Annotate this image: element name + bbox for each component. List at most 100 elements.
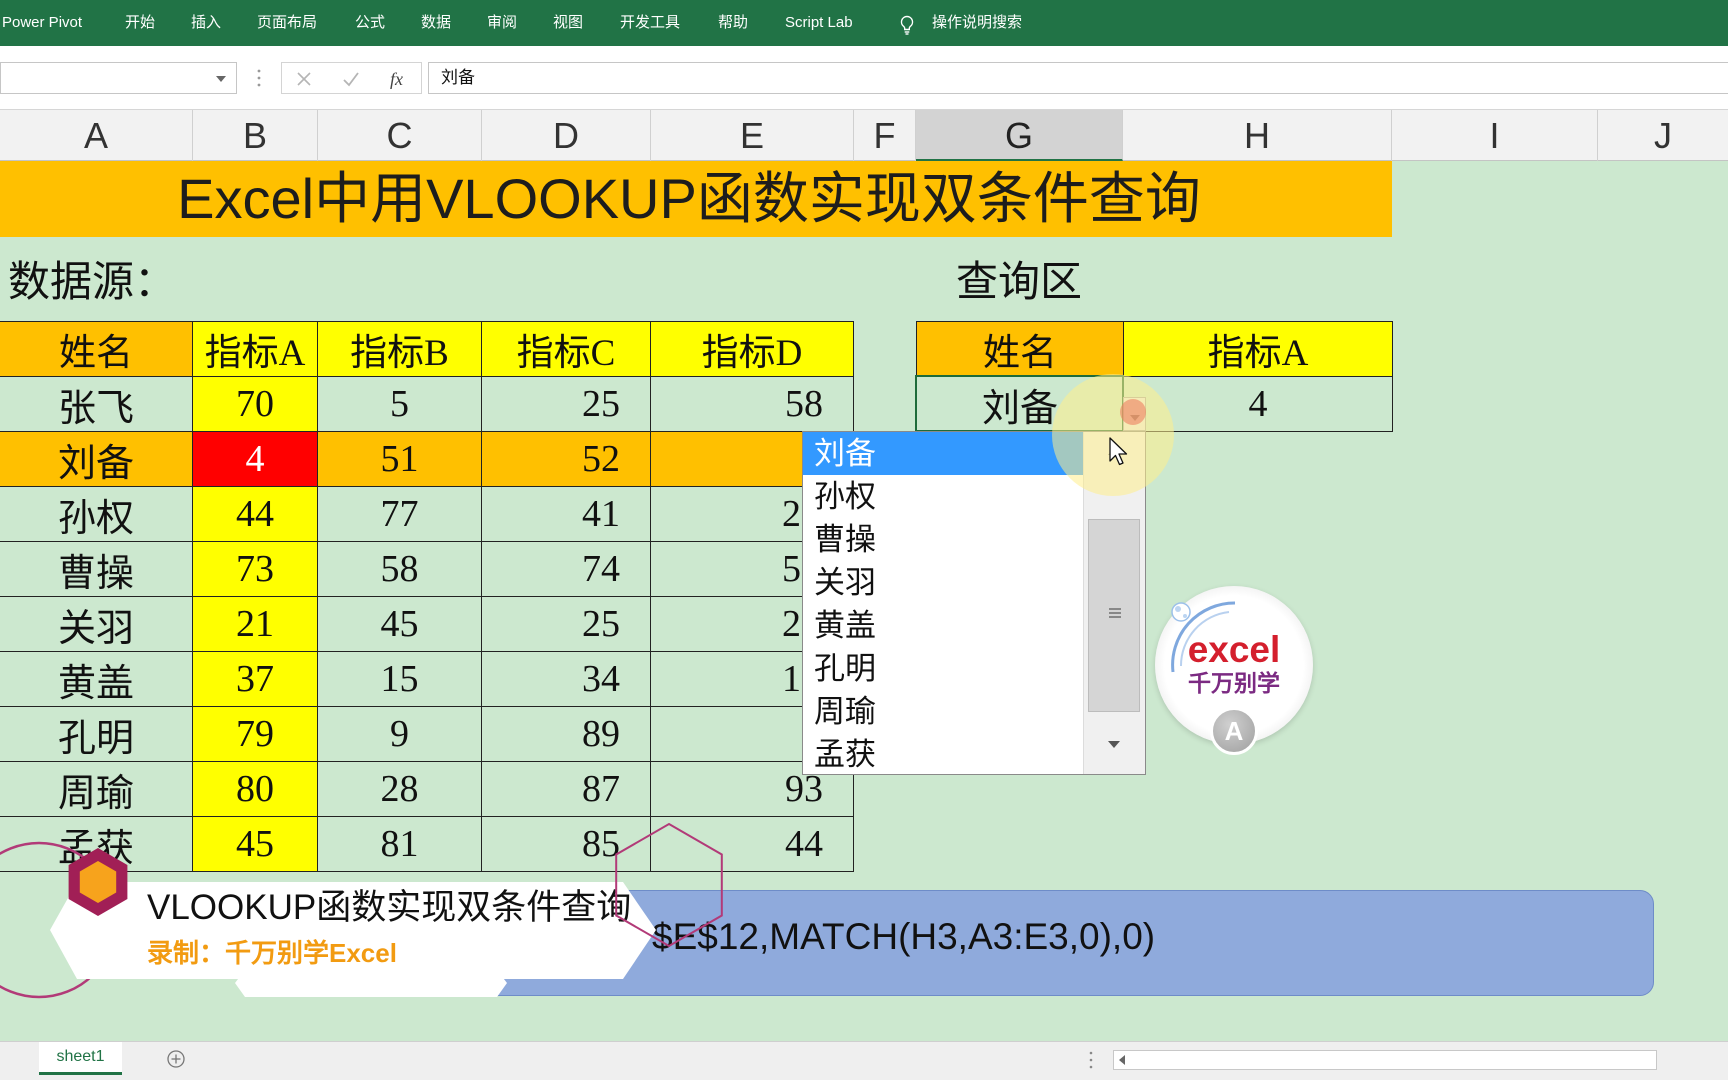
name-box-dropdown-icon[interactable] <box>216 76 226 82</box>
horizontal-scrollbar[interactable] <box>1113 1050 1657 1070</box>
row5-name-cell[interactable]: 关羽 <box>0 597 193 652</box>
header-indicator-d[interactable]: 指标D <box>651 322 854 377</box>
column-header-e[interactable]: E <box>651 110 854 161</box>
row4-indicator-a-cell[interactable]: 73 <box>193 542 318 597</box>
row2-name-cell[interactable]: 刘备 <box>0 432 193 487</box>
column-header-b[interactable]: B <box>193 110 318 161</box>
row1-indicator-b-cell[interactable]: 5 <box>318 377 482 432</box>
dropdown-item[interactable]: 黄盖 <box>803 604 1083 647</box>
dropdown-item[interactable]: 周瑜 <box>803 690 1083 733</box>
header-indicator-c[interactable]: 指标C <box>482 322 651 377</box>
row5-indicator-c-cell[interactable]: 25 <box>482 597 651 652</box>
hexagon-decoration <box>615 822 723 948</box>
row7-name-cell[interactable]: 孔明 <box>0 707 193 762</box>
dropdown-item[interactable]: 关羽 <box>803 561 1083 604</box>
hexagon-logo-icon <box>68 848 128 916</box>
tab-page-layout[interactable]: 页面布局 <box>257 12 317 34</box>
scrollbar-thumb[interactable] <box>1088 519 1140 712</box>
header-indicator-b[interactable]: 指标B <box>318 322 482 377</box>
logo-tagline: 千万别学 <box>1188 670 1280 696</box>
add-sheet-icon[interactable] <box>166 1049 186 1069</box>
row6-indicator-c-cell[interactable]: 34 <box>482 652 651 707</box>
data-table: 姓名 指标A 指标B 指标C 指标D 张飞 70 5 25 58 刘备 4 51… <box>0 321 854 872</box>
row7-indicator-a-cell[interactable]: 79 <box>193 707 318 762</box>
dropdown-item[interactable]: 曹操 <box>803 518 1083 561</box>
row7-indicator-b-cell[interactable]: 9 <box>318 707 482 762</box>
logo-badge: A <box>1210 707 1258 755</box>
formula-bar-area: fx 刘备 <box>0 46 1728 110</box>
click-highlight <box>1052 374 1174 496</box>
column-header-a[interactable]: A <box>0 110 193 161</box>
tab-home[interactable]: 开始 <box>125 12 155 34</box>
tab-formulas[interactable]: 公式 <box>355 12 385 34</box>
separator-icon[interactable] <box>254 66 264 90</box>
sheet-tab[interactable]: sheet1 <box>39 1042 122 1075</box>
row7-indicator-c-cell[interactable]: 89 <box>482 707 651 762</box>
tab-insert[interactable]: 插入 <box>191 12 221 34</box>
tab-view[interactable]: 视图 <box>553 12 583 34</box>
query-header-name[interactable]: 姓名 <box>917 322 1124 377</box>
row6-name-cell[interactable]: 黄盖 <box>0 652 193 707</box>
row2-indicator-a-cell[interactable]: 4 <box>193 432 318 487</box>
title-cell[interactable]: Excel中用VLOOKUP函数实现双条件查询 <box>0 161 1392 237</box>
tab-developer[interactable]: 开发工具 <box>620 12 680 34</box>
enter-icon[interactable] <box>342 71 360 87</box>
column-headers: A B C D E F G H I J <box>0 110 1728 161</box>
row5-indicator-b-cell[interactable]: 45 <box>318 597 482 652</box>
tab-power-pivot[interactable]: Power Pivot <box>2 12 82 34</box>
dropdown-item[interactable]: 刘备 <box>803 432 1083 475</box>
row1-indicator-a-cell[interactable]: 70 <box>193 377 318 432</box>
column-header-c[interactable]: C <box>318 110 482 161</box>
row4-indicator-b-cell[interactable]: 58 <box>318 542 482 597</box>
sheet-tab-bar: sheet1 <box>0 1041 1728 1080</box>
row3-indicator-b-cell[interactable]: 77 <box>318 487 482 542</box>
dropdown-item[interactable]: 孔明 <box>803 647 1083 690</box>
row8-indicator-b-cell[interactable]: 28 <box>318 762 482 817</box>
row1-indicator-c-cell[interactable]: 25 <box>482 377 651 432</box>
column-header-g[interactable]: G <box>916 110 1123 161</box>
insert-function-button[interactable]: fx <box>390 67 403 91</box>
row6-indicator-b-cell[interactable]: 15 <box>318 652 482 707</box>
column-header-j[interactable]: J <box>1598 110 1728 161</box>
tab-script-lab[interactable]: Script Lab <box>785 12 853 34</box>
query-header-indicator[interactable]: 指标A <box>1124 322 1393 377</box>
caption-banner: VLOOKUP函数实现双条件查询 录制：千万别学Excel <box>50 882 656 979</box>
row3-indicator-c-cell[interactable]: 41 <box>482 487 651 542</box>
tell-me-search[interactable]: 操作说明搜索 <box>932 12 1022 34</box>
header-name[interactable]: 姓名 <box>0 322 193 377</box>
tab-review[interactable]: 审阅 <box>487 12 517 34</box>
dropdown-item[interactable]: 孙权 <box>803 475 1083 518</box>
scroll-down-icon[interactable] <box>1108 741 1120 748</box>
query-area-label[interactable]: 查询区 <box>956 257 1082 307</box>
row8-indicator-a-cell[interactable]: 80 <box>193 762 318 817</box>
dropdown-item[interactable]: 孟获 <box>803 733 1083 774</box>
row6-indicator-a-cell[interactable]: 37 <box>193 652 318 707</box>
row3-name-cell[interactable]: 孙权 <box>0 487 193 542</box>
name-box[interactable] <box>0 62 237 94</box>
row9-indicator-a-cell[interactable]: 45 <box>193 817 318 872</box>
tab-split-handle-icon[interactable] <box>1086 1049 1096 1071</box>
lightbulb-icon[interactable] <box>899 15 915 35</box>
row2-indicator-b-cell[interactable]: 51 <box>318 432 482 487</box>
column-header-f[interactable]: F <box>854 110 916 161</box>
header-indicator-a[interactable]: 指标A <box>193 322 318 377</box>
row2-indicator-c-cell[interactable]: 52 <box>482 432 651 487</box>
row4-indicator-c-cell[interactable]: 74 <box>482 542 651 597</box>
row1-name-cell[interactable]: 张飞 <box>0 377 193 432</box>
formula-input[interactable]: 刘备 <box>428 62 1728 94</box>
column-header-d[interactable]: D <box>482 110 651 161</box>
scroll-left-icon[interactable] <box>1119 1055 1125 1065</box>
row8-indicator-c-cell[interactable]: 87 <box>482 762 651 817</box>
row5-indicator-a-cell[interactable]: 21 <box>193 597 318 652</box>
tab-data[interactable]: 数据 <box>421 12 451 34</box>
column-header-i[interactable]: I <box>1392 110 1598 161</box>
data-source-label[interactable]: 数据源： <box>8 257 176 307</box>
row3-indicator-a-cell[interactable]: 44 <box>193 487 318 542</box>
row9-indicator-b-cell[interactable]: 81 <box>318 817 482 872</box>
tab-help[interactable]: 帮助 <box>718 12 748 34</box>
row8-name-cell[interactable]: 周瑜 <box>0 762 193 817</box>
cancel-icon[interactable] <box>296 71 312 87</box>
row1-indicator-d-cell[interactable]: 58 <box>651 377 854 432</box>
row4-name-cell[interactable]: 曹操 <box>0 542 193 597</box>
column-header-h[interactable]: H <box>1123 110 1392 161</box>
